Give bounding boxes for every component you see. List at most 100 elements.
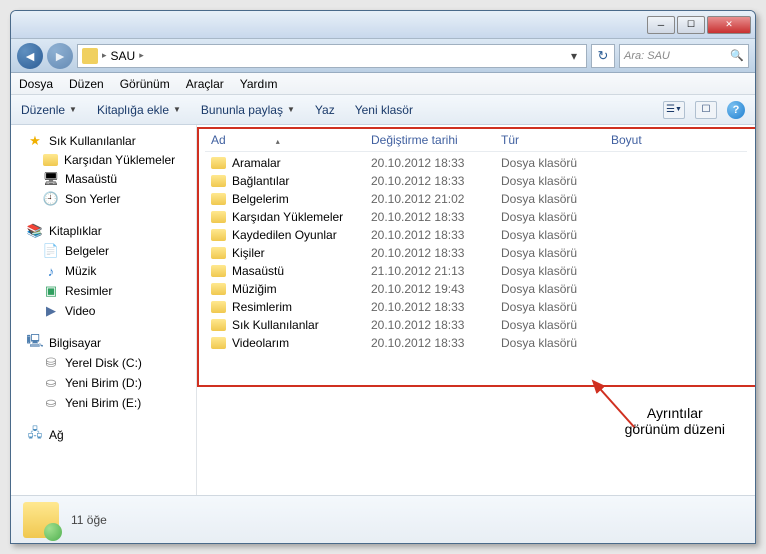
file-type: Dosya klasörü bbox=[501, 246, 611, 260]
search-input[interactable]: Ara: SAU 🔍 bbox=[619, 44, 749, 68]
chevron-right-icon: ▸ bbox=[102, 50, 107, 61]
folder-icon bbox=[211, 319, 226, 331]
table-row[interactable]: Müziğim 20.10.2012 19:43Dosya klasörü bbox=[205, 280, 747, 298]
table-row[interactable]: Karşıdan Yüklemeler20.10.2012 18:33Dosya… bbox=[205, 208, 747, 226]
network-icon: 🖧 bbox=[27, 427, 43, 443]
file-name: Müziğim bbox=[232, 282, 277, 296]
library-button[interactable]: Kitaplığa ekle▼ bbox=[97, 103, 181, 117]
table-row[interactable]: Sık Kullanılanlar20.10.2012 18:33Dosya k… bbox=[205, 316, 747, 334]
column-type[interactable]: Tür bbox=[501, 133, 611, 147]
maximize-button[interactable]: ☐ bbox=[677, 16, 705, 34]
file-list-pane: Ad▴ Değiştirme tarihi Tür Boyut Aramalar… bbox=[197, 125, 755, 495]
table-row[interactable]: Belgelerim20.10.2012 21:02Dosya klasörü bbox=[205, 190, 747, 208]
column-headers: Ad▴ Değiştirme tarihi Tür Boyut bbox=[205, 129, 747, 152]
sidebar-item-disk-e[interactable]: ⛀Yeni Birim (E:) bbox=[11, 393, 196, 413]
file-rows: Aramalar20.10.2012 18:33Dosya klasörüBağ… bbox=[205, 152, 747, 352]
table-row[interactable]: Resimlerim20.10.2012 18:33Dosya klasörü bbox=[205, 298, 747, 316]
forward-button[interactable]: ► bbox=[47, 43, 73, 69]
folder-icon bbox=[211, 175, 226, 187]
close-button[interactable]: ✕ bbox=[707, 16, 751, 34]
column-size[interactable]: Boyut bbox=[611, 133, 671, 147]
computer-icon: 🖳 bbox=[27, 335, 43, 351]
preview-pane-button[interactable]: ☐ bbox=[695, 101, 717, 119]
search-placeholder: Ara: SAU bbox=[624, 50, 670, 62]
file-date: 21.10.2012 21:13 bbox=[371, 264, 501, 278]
sidebar: ★Sık Kullanılanlar Karşıdan Yüklemeler 🖥… bbox=[11, 125, 197, 495]
file-name: Sık Kullanılanlar bbox=[232, 318, 319, 332]
breadcrumb-dropdown[interactable]: ▾ bbox=[566, 49, 582, 63]
column-name[interactable]: Ad▴ bbox=[211, 133, 371, 147]
sidebar-libraries[interactable]: 📚Kitaplıklar bbox=[11, 221, 196, 241]
file-date: 20.10.2012 18:33 bbox=[371, 246, 501, 260]
folder-icon bbox=[211, 337, 226, 349]
help-icon[interactable]: ? bbox=[727, 101, 745, 119]
folder-icon bbox=[211, 247, 226, 259]
minimize-button[interactable]: ─ bbox=[647, 16, 675, 34]
sidebar-item-recent[interactable]: 🕘Son Yerler bbox=[11, 189, 196, 209]
newfolder-button[interactable]: Yeni klasör bbox=[355, 103, 413, 117]
breadcrumb-folder[interactable]: SAU bbox=[111, 49, 136, 63]
sidebar-item-video[interactable]: ▶Video bbox=[11, 301, 196, 321]
search-icon: 🔍 bbox=[730, 49, 744, 62]
write-button[interactable]: Yaz bbox=[315, 103, 335, 117]
organize-button[interactable]: Düzenle▼ bbox=[21, 103, 77, 117]
sidebar-item-pictures[interactable]: ▣Resimler bbox=[11, 281, 196, 301]
file-type: Dosya klasörü bbox=[501, 192, 611, 206]
sidebar-item-music[interactable]: ♪Müzik bbox=[11, 261, 196, 281]
file-type: Dosya klasörü bbox=[501, 156, 611, 170]
sidebar-computer[interactable]: 🖳Bilgisayar bbox=[11, 333, 196, 353]
table-row[interactable]: Kaydedilen Oyunlar 20.10.2012 18:33Dosya … bbox=[205, 226, 747, 244]
file-type: Dosya klasörü bbox=[501, 282, 611, 296]
sidebar-network[interactable]: 🖧Ağ bbox=[11, 425, 196, 445]
menu-tools[interactable]: Araçlar bbox=[186, 77, 224, 91]
view-options-button[interactable]: ☰ ▼ bbox=[663, 101, 685, 119]
file-type: Dosya klasörü bbox=[501, 228, 611, 242]
chevron-right-icon: ▸ bbox=[139, 50, 144, 61]
music-icon: ♪ bbox=[43, 263, 59, 279]
file-date: 20.10.2012 18:33 bbox=[371, 174, 501, 188]
file-name: Kaydedilen Oyunlar bbox=[232, 228, 337, 242]
table-row[interactable]: Masaüstü21.10.2012 21:13Dosya klasörü bbox=[205, 262, 747, 280]
folder-icon bbox=[211, 211, 226, 223]
file-date: 20.10.2012 21:02 bbox=[371, 192, 501, 206]
column-date[interactable]: Değiştirme tarihi bbox=[371, 133, 501, 147]
sidebar-item-documents[interactable]: 📄Belgeler bbox=[11, 241, 196, 261]
titlebar: ─ ☐ ✕ bbox=[11, 11, 755, 39]
file-name: Karşıdan Yüklemeler bbox=[232, 210, 343, 224]
menu-edit[interactable]: Düzen bbox=[69, 77, 104, 91]
main-area: ★Sık Kullanılanlar Karşıdan Yüklemeler 🖥… bbox=[11, 125, 755, 495]
sidebar-item-downloads[interactable]: Karşıdan Yüklemeler bbox=[11, 151, 196, 169]
table-row[interactable]: Aramalar20.10.2012 18:33Dosya klasörü bbox=[205, 154, 747, 172]
file-name: Masaüstü bbox=[232, 264, 284, 278]
sidebar-favorites[interactable]: ★Sık Kullanılanlar bbox=[11, 131, 196, 151]
sidebar-item-disk-c[interactable]: ⛁Yerel Disk (C:) bbox=[11, 353, 196, 373]
library-icon: 📚 bbox=[27, 223, 43, 239]
sidebar-item-disk-d[interactable]: ⛀Yeni Birim (D:) bbox=[11, 373, 196, 393]
file-type: Dosya klasörü bbox=[501, 210, 611, 224]
refresh-button[interactable]: ↻ bbox=[591, 44, 615, 68]
folder-icon bbox=[43, 154, 58, 166]
file-date: 20.10.2012 19:43 bbox=[371, 282, 501, 296]
menu-file[interactable]: Dosya bbox=[19, 77, 53, 91]
table-row[interactable]: Kişiler20.10.2012 18:33Dosya klasörü bbox=[205, 244, 747, 262]
document-icon: 📄 bbox=[43, 243, 59, 259]
sort-asc-icon: ▴ bbox=[276, 137, 280, 146]
file-date: 20.10.2012 18:33 bbox=[371, 228, 501, 242]
file-type: Dosya klasörü bbox=[501, 318, 611, 332]
file-type: Dosya klasörü bbox=[501, 300, 611, 314]
star-icon: ★ bbox=[27, 133, 43, 149]
status-count: 11 öğe bbox=[71, 513, 107, 527]
table-row[interactable]: Bağlantılar20.10.2012 18:33Dosya klasörü bbox=[205, 172, 747, 190]
folder-icon bbox=[211, 283, 226, 295]
user-folder-icon bbox=[82, 48, 98, 64]
table-row[interactable]: Videolarım20.10.2012 18:33Dosya klasörü bbox=[205, 334, 747, 352]
back-button[interactable]: ◄ bbox=[17, 43, 43, 69]
file-name: Videolarım bbox=[232, 336, 289, 350]
breadcrumb[interactable]: ▸ SAU ▸ ▾ bbox=[77, 44, 587, 68]
menu-view[interactable]: Görünüm bbox=[120, 77, 170, 91]
file-name: Resimlerim bbox=[232, 300, 292, 314]
menu-help[interactable]: Yardım bbox=[240, 77, 278, 91]
share-button[interactable]: Bununla paylaş▼ bbox=[201, 103, 295, 117]
explorer-window: ─ ☐ ✕ ◄ ► ▸ SAU ▸ ▾ ↻ Ara: SAU 🔍 Dosya D… bbox=[10, 10, 756, 544]
sidebar-item-desktop[interactable]: 🖥Masaüstü bbox=[11, 169, 196, 189]
